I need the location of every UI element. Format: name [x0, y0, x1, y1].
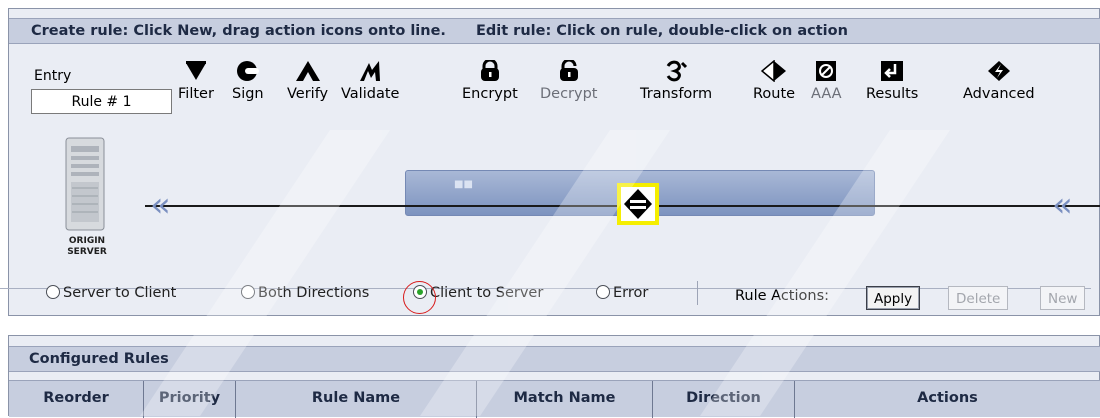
- radio-label: Both Directions: [258, 285, 370, 301]
- column-header-reorder[interactable]: Reorder: [9, 381, 144, 418]
- tool-label: Decrypt: [540, 86, 598, 102]
- tool-sign[interactable]: Sign: [232, 60, 264, 102]
- radio-button[interactable]: [46, 285, 60, 299]
- apply-button[interactable]: Apply: [866, 286, 921, 310]
- decrypt-icon: [559, 60, 578, 81]
- results-icon: [881, 61, 904, 81]
- tool-label: Advanced: [963, 86, 1035, 102]
- configured-rules-panel: Configured Rules Reorder Priority Rule N…: [8, 335, 1100, 418]
- origin-server-icon: [65, 137, 105, 231]
- radio-button[interactable]: [596, 285, 610, 299]
- tool-label: AAA: [811, 86, 842, 102]
- create-rule-instruction: Create rule: Click New, drag action icon…: [31, 23, 446, 39]
- new-button[interactable]: New: [1040, 286, 1086, 310]
- aaa-icon: [816, 61, 837, 81]
- sign-icon: [236, 61, 259, 81]
- annotation-highlight-circle: [403, 281, 436, 314]
- tool-validate[interactable]: Validate: [341, 60, 399, 102]
- verify-icon: [295, 61, 320, 81]
- divider: [697, 281, 698, 305]
- tool-verify[interactable]: Verify: [287, 60, 328, 102]
- transform-icon: [666, 60, 688, 82]
- column-header-match-name[interactable]: Match Name: [477, 381, 653, 418]
- filter-icon: [185, 61, 206, 80]
- column-header-actions[interactable]: Actions: [795, 381, 1100, 418]
- advanced-icon: [987, 61, 1010, 81]
- tool-label: Verify: [287, 86, 329, 102]
- encrypt-icon: [480, 60, 499, 81]
- column-header-direction[interactable]: Direction: [653, 381, 795, 418]
- origin-server-label: ORIGIN SERVER: [52, 236, 122, 258]
- edit-rule-instruction: Edit rule: Click on rule, double-click o…: [475, 23, 848, 39]
- server-label-line1: ORIGIN: [68, 236, 106, 246]
- tool-transform[interactable]: Transform: [640, 60, 712, 102]
- radio-label: Error: [613, 285, 649, 301]
- match-action-selected[interactable]: [617, 183, 659, 225]
- tool-decrypt[interactable]: Decrypt: [540, 60, 598, 102]
- radio-button[interactable]: [241, 285, 255, 299]
- route-icon: [761, 60, 787, 82]
- rule-name-field[interactable]: [31, 89, 172, 114]
- radio-label: Client to Server: [430, 285, 544, 301]
- tool-label: Transform: [640, 86, 713, 102]
- column-header-rule-name[interactable]: Rule Name: [236, 381, 477, 418]
- tool-label: Route: [753, 86, 796, 102]
- tool-aaa[interactable]: AAA: [811, 60, 842, 102]
- column-header-priority[interactable]: Priority: [144, 381, 236, 418]
- entry-label: Entry: [34, 68, 72, 84]
- radio-error[interactable]: Error: [596, 285, 648, 301]
- configured-rules-title: Configured Rules: [9, 346, 1100, 372]
- tool-filter[interactable]: Filter: [178, 60, 214, 102]
- match-icon: [624, 189, 652, 219]
- radio-both-directions[interactable]: Both Directions: [241, 285, 369, 301]
- radio-server-to-client[interactable]: Server to Client: [46, 285, 176, 301]
- appliance-logo: ■■: [454, 179, 473, 190]
- tool-route[interactable]: Route: [753, 60, 795, 102]
- direction-arrow-right-icon: «: [1052, 185, 1073, 225]
- validate-icon: [360, 61, 381, 81]
- tool-label: Sign: [232, 86, 264, 102]
- editor-instructions: Create rule: Click New, drag action icon…: [9, 18, 1100, 44]
- rules-table-header: Reorder Priority Rule Name Match Name Di…: [9, 380, 1100, 418]
- server-label-line2: SERVER: [67, 247, 107, 257]
- tool-encrypt[interactable]: Encrypt: [462, 60, 518, 102]
- rule-actions-label: Rule Actions:: [735, 288, 830, 304]
- direction-arrow-left-icon: «: [150, 185, 171, 225]
- tool-label: Validate: [341, 86, 400, 102]
- tool-advanced[interactable]: Advanced: [963, 60, 1035, 102]
- tool-label: Results: [866, 86, 919, 102]
- tool-results[interactable]: Results: [866, 60, 918, 102]
- rule-editor-panel: Create rule: Click New, drag action icon…: [8, 8, 1100, 316]
- tool-label: Filter: [178, 86, 214, 102]
- radio-label: Server to Client: [63, 285, 177, 301]
- tool-label: Encrypt: [462, 86, 518, 102]
- delete-button[interactable]: Delete: [948, 286, 1009, 310]
